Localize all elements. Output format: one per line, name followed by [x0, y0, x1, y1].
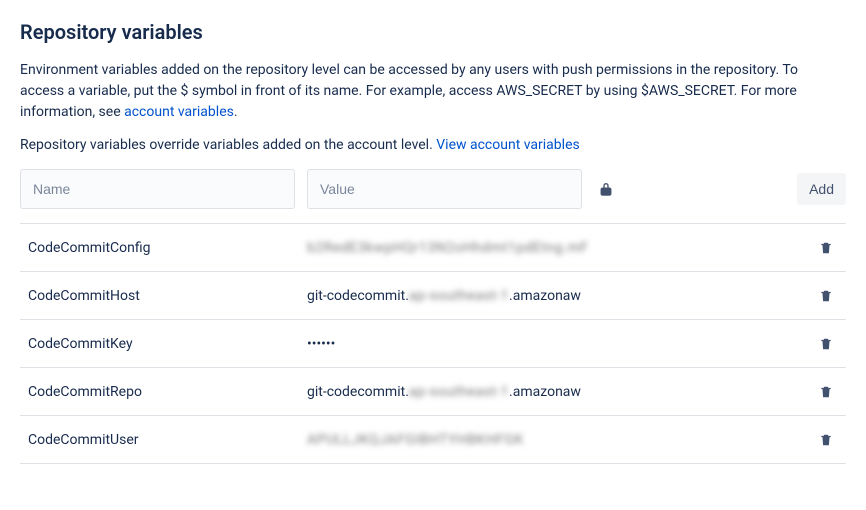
page-title: Repository variables	[20, 20, 846, 44]
delete-icon[interactable]	[806, 433, 846, 447]
table-row: CodeCommitUserAPULLJKQJAFGIBHTYHBKHFGK	[20, 416, 846, 464]
delete-icon[interactable]	[806, 385, 846, 399]
table-row: CodeCommitKey••••••	[20, 320, 846, 368]
variable-value: git-codecommit.ap-southeast-1.amazonaw	[307, 384, 806, 400]
view-account-variables-link[interactable]: View account variables	[436, 137, 579, 153]
value-blurred: ap-southeast-1	[409, 384, 509, 400]
delete-icon[interactable]	[806, 241, 846, 255]
variable-name: CodeCommitRepo	[20, 384, 307, 400]
account-variables-link[interactable]: account variables	[124, 104, 234, 120]
table-row: CodeCommitRepogit-codecommit.ap-southeas…	[20, 368, 846, 416]
value-blurred: APULLJKQJAFGIBHTYHBKHFGK	[307, 432, 524, 448]
delete-icon[interactable]	[806, 289, 846, 303]
add-button[interactable]: Add	[797, 173, 846, 205]
value-input[interactable]	[307, 169, 582, 209]
override-text: Repository variables override variables …	[20, 137, 846, 153]
value-suffix: .amazonaw	[509, 384, 581, 400]
variable-name: CodeCommitKey	[20, 336, 307, 352]
value-prefix: git-codecommit.	[307, 288, 409, 304]
variable-value: git-codecommit.ap-southeast-1.amazonaw	[307, 288, 806, 304]
value-suffix: .amazonaw	[509, 288, 581, 304]
variable-name: CodeCommitHost	[20, 288, 307, 304]
value-blurred: ap-southeast-1	[409, 288, 509, 304]
value-blurred: b2RedE3kwpHQr13N2oHhdmt1pdEtng.mF	[307, 240, 588, 256]
variable-value: APULLJKQJAFGIBHTYHBKHFGK	[307, 432, 806, 448]
intro-after: .	[234, 104, 238, 120]
table-row: CodeCommitConfigb2RedE3kwpHQr13N2oHhdmt1…	[20, 224, 846, 272]
table-row: CodeCommitHostgit-codecommit.ap-southeas…	[20, 272, 846, 320]
variable-value: b2RedE3kwpHQr13N2oHhdmt1pdEtng.mF	[307, 240, 806, 256]
add-variable-form: Add	[20, 169, 846, 224]
value-prefix: git-codecommit.	[307, 384, 409, 400]
variable-name: CodeCommitUser	[20, 432, 307, 448]
name-input[interactable]	[20, 169, 295, 209]
lock-icon[interactable]	[594, 181, 618, 197]
override-body: Repository variables override variables …	[20, 137, 436, 153]
variable-value: ••••••	[307, 336, 806, 352]
delete-icon[interactable]	[806, 337, 846, 351]
variables-list: CodeCommitConfigb2RedE3kwpHQr13N2oHhdmt1…	[20, 224, 846, 464]
variable-name: CodeCommitConfig	[20, 240, 307, 256]
intro-text: Environment variables added on the repos…	[20, 60, 820, 123]
value-prefix: ••••••	[307, 336, 335, 352]
